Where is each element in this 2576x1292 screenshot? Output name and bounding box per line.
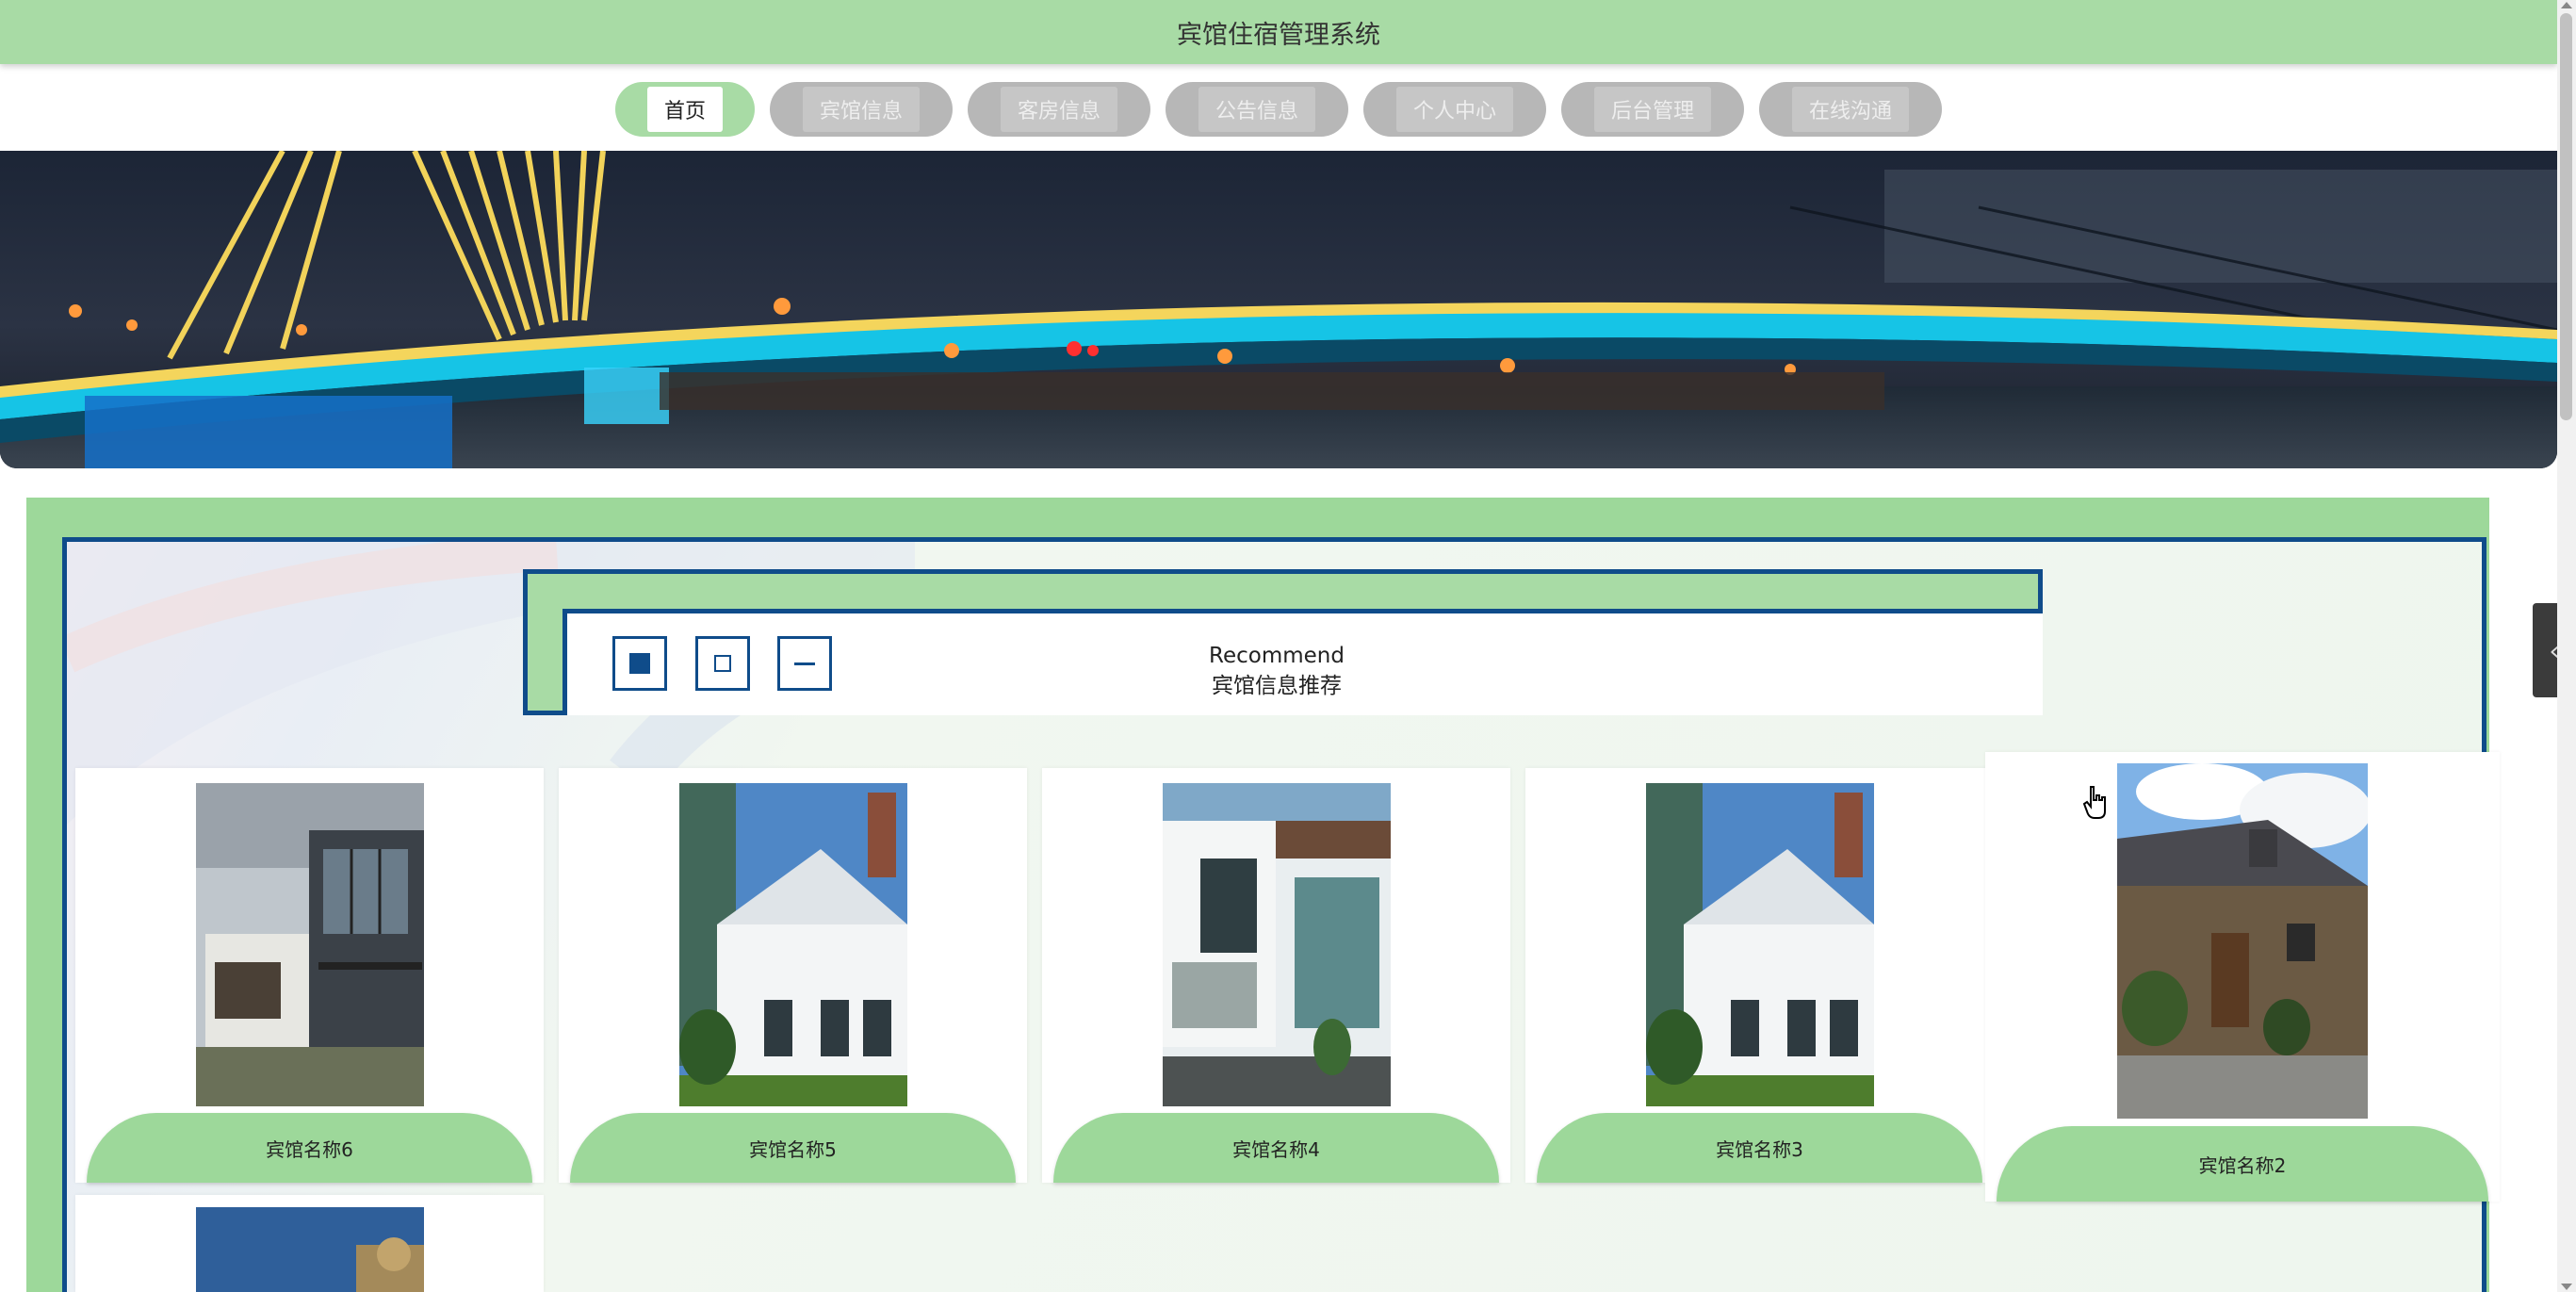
- nav-item-personal-center[interactable]: 个人中心: [1363, 82, 1546, 137]
- scroll-up-icon[interactable]: [2561, 2, 2572, 8]
- nav-item-admin[interactable]: 后台管理: [1561, 82, 1744, 137]
- nav-item-home[interactable]: 首页: [615, 82, 755, 137]
- main-nav: 首页 宾馆信息 客房信息 公告信息 个人中心 后台管理 在线沟通: [0, 72, 2557, 147]
- square-filled-icon[interactable]: [612, 636, 667, 691]
- hotel-name-label[interactable]: 宾馆名称6: [87, 1113, 532, 1183]
- scroll-down-icon[interactable]: [2561, 1284, 2572, 1290]
- hotel-name-label[interactable]: 宾馆名称4: [1053, 1113, 1499, 1183]
- hero-banner[interactable]: [0, 151, 2557, 468]
- stone-cottage-photo: [2117, 763, 2368, 1119]
- hotel-name-label[interactable]: 宾馆名称2: [1997, 1126, 2488, 1202]
- scrollbar-thumb[interactable]: [2560, 13, 2572, 420]
- hotel-card[interactable]: 宾馆名称6: [75, 768, 544, 1183]
- nav-item-hotel-info[interactable]: 宾馆信息: [770, 82, 953, 137]
- modern-house-photo: [196, 783, 424, 1106]
- hotel-card[interactable]: [75, 1195, 544, 1292]
- nav-item-label: 在线沟通: [1791, 87, 1909, 132]
- nav-item-label: 首页: [646, 87, 723, 132]
- square-outline-icon[interactable]: [695, 636, 750, 691]
- nav-item-label: 后台管理: [1593, 87, 1711, 132]
- hotel-name-label[interactable]: 宾馆名称3: [1537, 1113, 1982, 1183]
- hotel-card[interactable]: 宾馆名称4: [1042, 768, 1510, 1183]
- nav-item-announcements[interactable]: 公告信息: [1166, 82, 1348, 137]
- white-farmhouse-photo: [1646, 783, 1874, 1106]
- nav-item-online-chat[interactable]: 在线沟通: [1759, 82, 1942, 137]
- hotel-card[interactable]: 宾馆名称3: [1525, 768, 1994, 1183]
- site-title: 宾馆住宿管理系统: [1177, 20, 1380, 50]
- minus-icon[interactable]: [777, 636, 832, 691]
- nav-item-label: 客房信息: [1000, 87, 1117, 132]
- recommend-title-en: Recommend: [1209, 644, 1345, 668]
- hotel-card[interactable]: 宾馆名称5: [559, 768, 1027, 1183]
- hand-cursor-icon: [2082, 785, 2111, 825]
- recommend-title-cn: 宾馆信息推荐: [1212, 674, 1342, 698]
- partial-photo: [196, 1207, 424, 1292]
- nav-item-room-info[interactable]: 客房信息: [968, 82, 1150, 137]
- bridge-night-image: [0, 151, 2557, 468]
- hotel-card[interactable]: 宾馆名称2: [1985, 752, 2500, 1202]
- nav-item-label: 个人中心: [1395, 87, 1513, 132]
- recommend-title: Recommend 宾馆信息推荐: [1112, 641, 1442, 701]
- nav-item-label: 公告信息: [1198, 87, 1315, 132]
- modern-villa-photo: [1163, 783, 1391, 1106]
- hotel-name-label[interactable]: 宾馆名称5: [570, 1113, 1016, 1183]
- site-header: 宾馆住宿管理系统: [0, 0, 2557, 64]
- white-farmhouse-photo: [679, 783, 907, 1106]
- page-scrollbar[interactable]: [2557, 0, 2576, 1292]
- nav-item-label: 宾馆信息: [802, 87, 920, 132]
